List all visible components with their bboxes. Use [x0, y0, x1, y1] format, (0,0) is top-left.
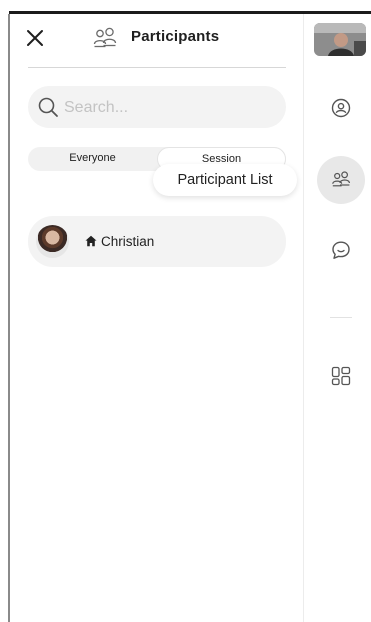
search-icon [38, 97, 58, 117]
rail-chat-button[interactable] [317, 226, 365, 274]
rail-participants-button[interactable] [317, 156, 365, 204]
home-icon [85, 235, 97, 247]
close-panel-button[interactable] [23, 26, 47, 50]
close-icon [27, 30, 43, 46]
left-edge-line [8, 14, 10, 622]
self-video-thumbnail[interactable] [314, 23, 366, 56]
search-box[interactable] [28, 86, 286, 130]
participants-icon [92, 27, 118, 49]
user-circle-icon [331, 98, 351, 118]
tab-everyone[interactable]: Everyone [28, 147, 157, 171]
chat-icon [332, 241, 350, 259]
search-input[interactable] [62, 86, 276, 130]
rail-profile-button[interactable] [317, 84, 365, 132]
header-divider [28, 67, 286, 68]
participants-icon [332, 171, 350, 187]
apps-grid-icon [331, 366, 351, 386]
participant-row[interactable]: Christian [28, 216, 286, 267]
window-top-bar [9, 11, 371, 14]
video-preview-icon [314, 23, 366, 56]
participant-list-tooltip: Participant List [153, 164, 297, 196]
rail-apps-button[interactable] [317, 352, 365, 400]
rail-divider [303, 14, 304, 622]
avatar [36, 225, 69, 258]
participant-name: Christian [101, 234, 155, 249]
rail-separator [330, 317, 352, 318]
panel-title: Participants [131, 28, 220, 45]
